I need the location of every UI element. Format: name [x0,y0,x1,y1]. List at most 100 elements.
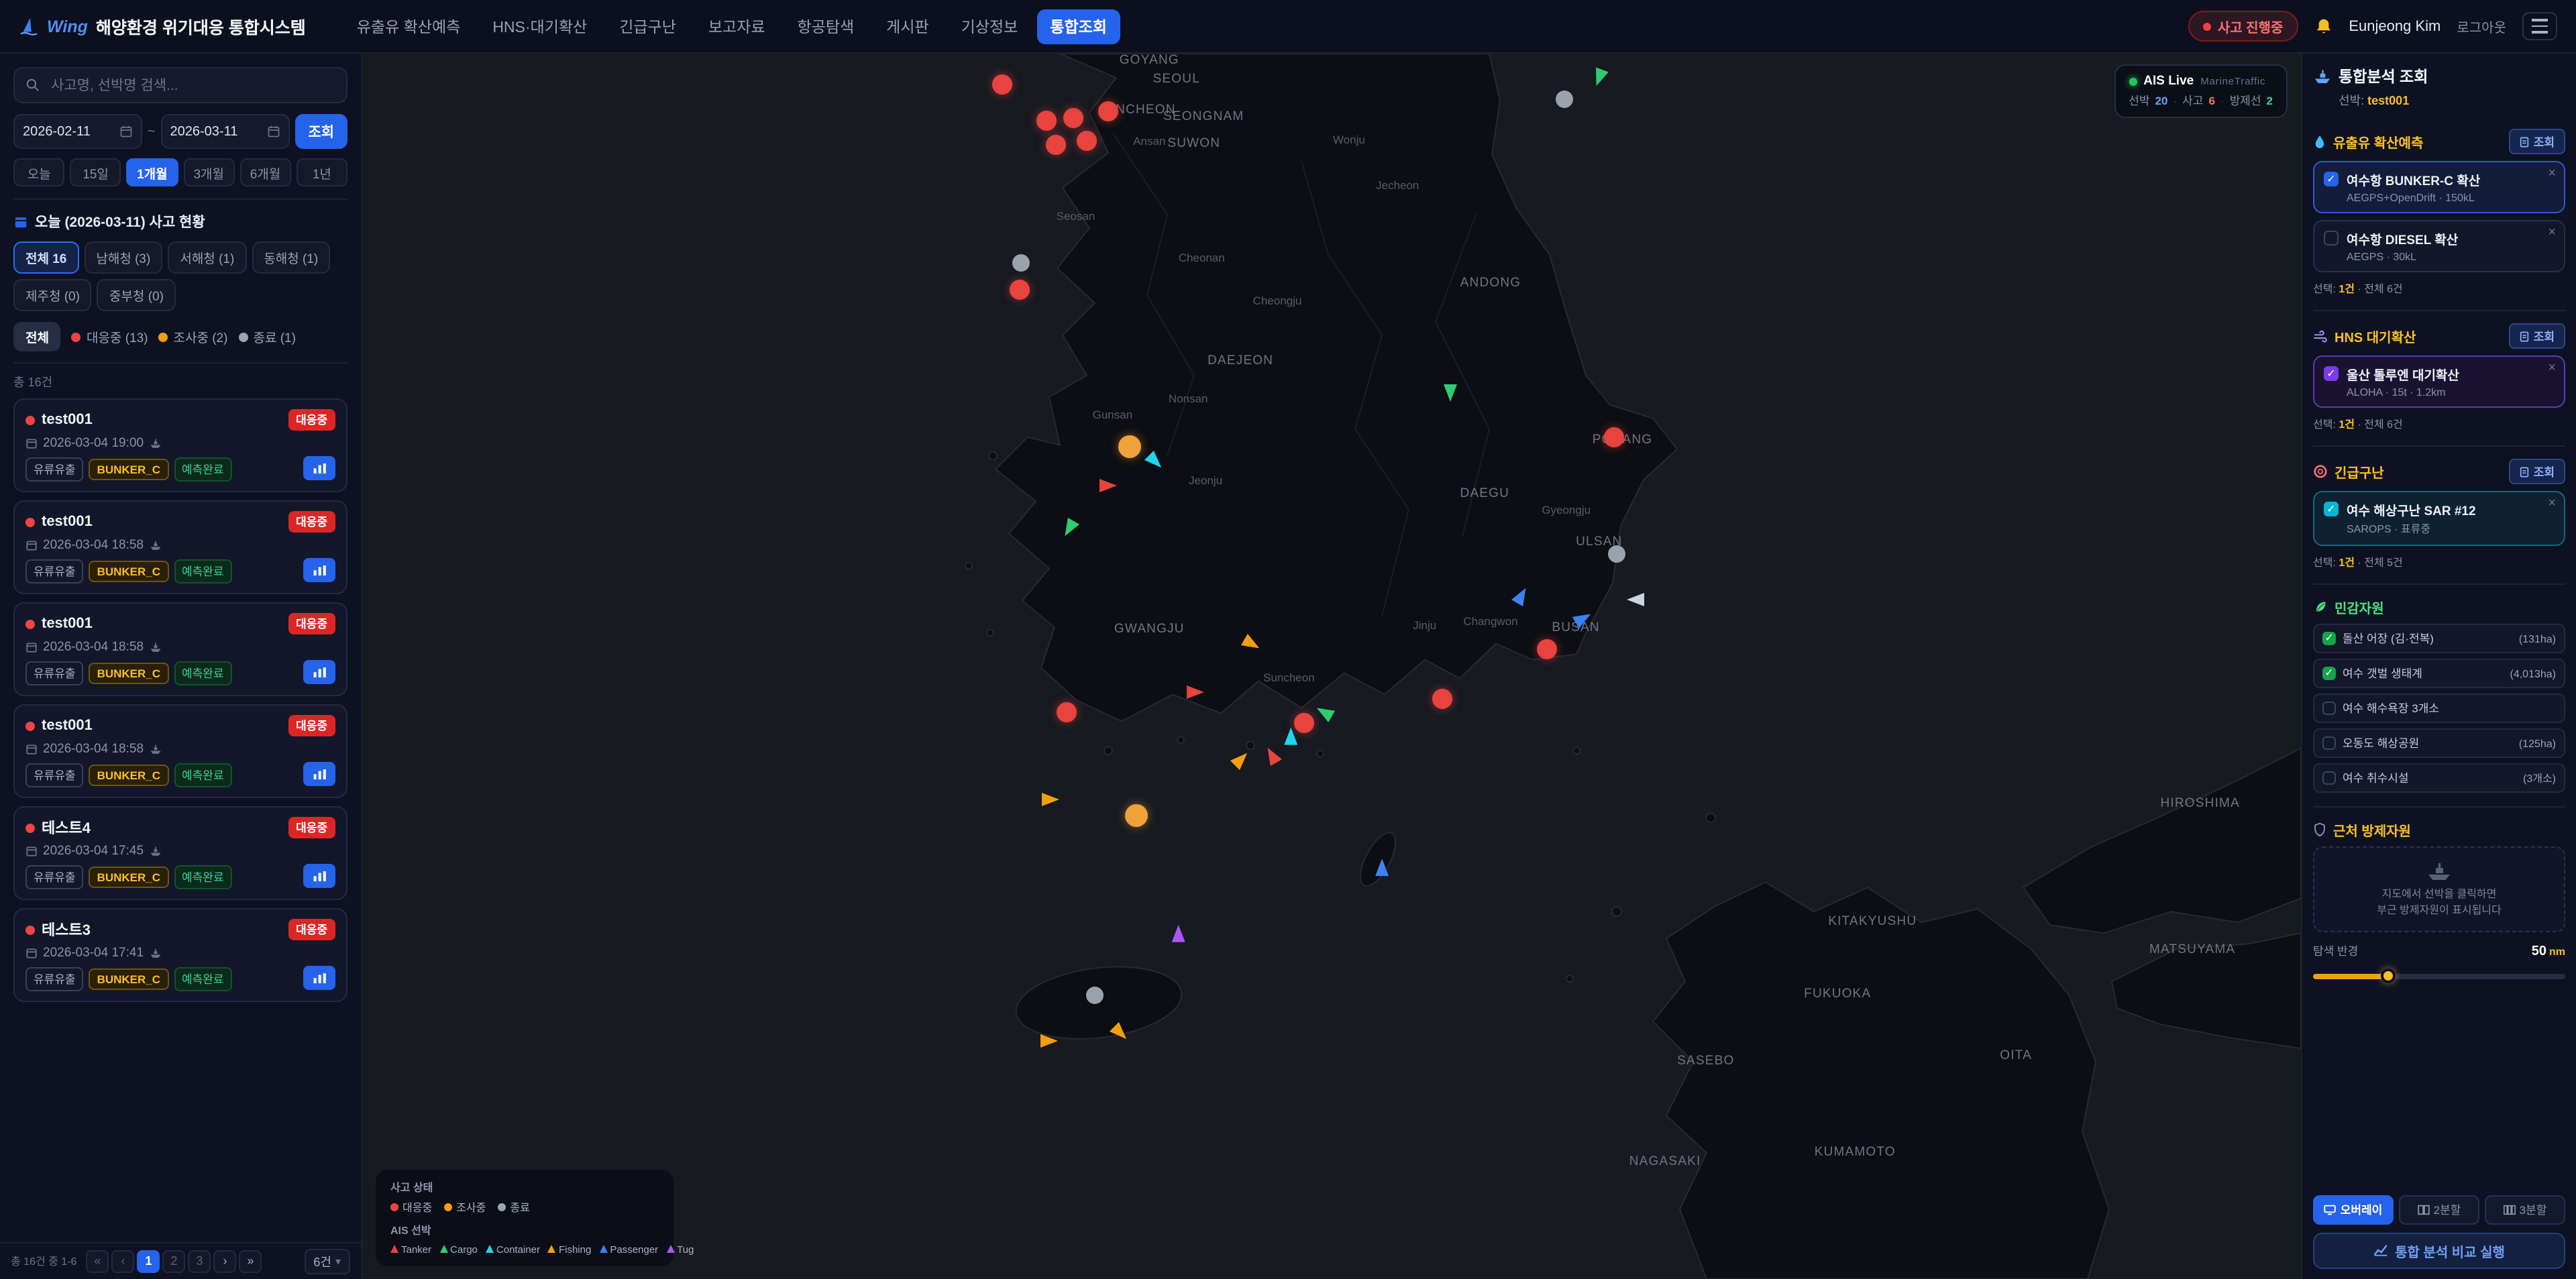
region-filter-jungbu[interactable]: 중부청 (0) [97,279,176,311]
view-split3-button[interactable]: 3분할 [2485,1194,2565,1224]
map-marker-ship-fishing[interactable] [1230,748,1252,771]
map-marker-ship-passenger[interactable] [1375,858,1389,876]
radius-slider[interactable] [2313,967,2565,983]
checkbox-unchecked-icon[interactable] [2322,771,2336,785]
page-3-button[interactable]: 3 [188,1249,211,1272]
bell-icon[interactable] [2314,17,2332,36]
map-marker-ship-fishing[interactable] [1040,1035,1057,1048]
close-icon[interactable]: × [2548,362,2556,376]
range-6m-button[interactable]: 6개월 [239,158,290,186]
map-marker-ship-other[interactable] [1627,594,1645,607]
search-input[interactable] [48,76,335,95]
range-today-button[interactable]: 오늘 [13,158,64,186]
nav-hns[interactable]: HNS·대기확산 [479,9,600,44]
map-marker-incident-red[interactable] [992,74,1012,95]
region-filter-all[interactable]: 전체 16 [13,241,78,274]
radius-slider-knob[interactable] [2381,968,2396,983]
incident-card[interactable]: 테스트3 대응중 2026-03-04 17:41 [13,908,347,1002]
map-canvas[interactable]: GOYANGSEOULINCHEONSEONGNAMAnsanSUWONWonj… [362,54,2301,1279]
incident-card[interactable]: 테스트4 대응중 2026-03-04 17:45 [13,806,347,900]
checkbox-checked-icon[interactable]: ✓ [2324,172,2339,186]
incident-card[interactable]: test001 대응중 2026-03-04 18:58 [13,500,347,594]
resource-row-marine-park[interactable]: 오동도 해상공원 (125ha) [2313,728,2565,758]
map-marker-incident-gray[interactable] [1608,545,1625,562]
incident-search-box[interactable] [13,67,347,103]
map-marker-ship-tug[interactable] [1172,925,1185,942]
resource-row-fishery[interactable]: ✓ 돌산 어장 (김·전복) (131ha) [2313,624,2565,653]
range-1m-button[interactable]: 1개월 [127,158,178,186]
page-2-button[interactable]: 2 [162,1249,185,1272]
page-size-select[interactable]: 6건 ▾ [304,1248,350,1274]
checkbox-checked-icon[interactable]: ✓ [2322,667,2336,680]
nav-reports[interactable]: 보고자료 [695,9,779,44]
map-marker-incident-red[interactable] [1605,427,1625,447]
range-3m-button[interactable]: 3개월 [183,158,234,186]
checkbox-unchecked-icon[interactable] [2324,231,2339,245]
region-filter-seohae[interactable]: 서해청 (1) [168,241,246,274]
map-marker-incident-red[interactable] [1432,689,1452,710]
map-marker-ship-fishing[interactable] [1241,634,1263,654]
map-marker-ship-tanker[interactable] [1100,478,1118,492]
checkbox-checked-icon[interactable]: ✓ [2324,502,2339,516]
nav-oil-spill[interactable]: 유출유 확산예측 [343,9,474,44]
next-page-button[interactable]: › [213,1249,236,1272]
checkbox-checked-icon[interactable]: ✓ [2324,366,2339,381]
checkbox-unchecked-icon[interactable] [2322,702,2336,715]
view-split2-button[interactable]: 2분할 [2399,1194,2479,1224]
status-filter-closed[interactable]: 종료 (1) [238,327,295,346]
run-analysis-button[interactable]: 통합 분석 비교 실행 [2313,1232,2565,1268]
map-marker-incident-red[interactable] [1056,703,1076,723]
map-marker-incident-red[interactable] [1010,280,1030,300]
resource-row-beach[interactable]: 여수 해수욕장 3개소 [2313,693,2565,723]
nav-integrated-view[interactable]: 통합조회 [1036,9,1120,44]
region-filter-jeju[interactable]: 제주청 (0) [13,279,92,311]
map-marker-ship-container[interactable] [1284,728,1297,745]
checkbox-checked-icon[interactable]: ✓ [2322,632,2336,645]
user-name[interactable]: Eunjeong Kim [2349,18,2440,34]
incident-analysis-button[interactable] [303,456,335,480]
incident-analysis-button[interactable] [303,558,335,582]
status-filter-all[interactable]: 전체 [13,322,61,351]
date-to-input[interactable]: 2026-03-11 [161,114,290,149]
region-filter-namhae[interactable]: 남해청 (3) [84,241,162,274]
nav-weather[interactable]: 기상정보 [948,9,1032,44]
map-marker-incident-red[interactable] [1064,107,1084,127]
incident-card[interactable]: test001 대응중 2026-03-04 19:00 [13,398,347,492]
hamburger-menu-icon[interactable] [2522,12,2557,40]
close-icon[interactable]: × [2548,498,2556,511]
incident-analysis-button[interactable] [303,864,335,888]
last-page-button[interactable]: » [239,1249,262,1272]
incident-analysis-button[interactable] [303,660,335,684]
range-15d-button[interactable]: 15일 [70,158,121,186]
map-marker-incident-red[interactable] [1295,713,1315,733]
view-overlay-button[interactable]: 오버레이 [2313,1194,2394,1224]
incident-card[interactable]: test001 대응중 2026-03-04 18:58 [13,704,347,798]
nav-aerial-search[interactable]: 항공탐색 [784,9,868,44]
prev-page-button[interactable]: ‹ [111,1249,134,1272]
map-marker-incident-red[interactable] [1036,111,1057,131]
nav-board[interactable]: 게시판 [873,9,943,44]
map-marker-ship-tanker[interactable] [1187,685,1205,699]
map-marker-ship-cargo[interactable] [1060,518,1080,541]
range-1y-button[interactable]: 1년 [297,158,347,186]
incident-analysis-button[interactable] [303,966,335,990]
map-marker-ship-fishing[interactable] [1042,793,1059,807]
map-marker-ship-fishing[interactable] [1110,1021,1132,1044]
map-marker-ship-passenger[interactable] [1511,584,1532,606]
close-icon[interactable]: × [2548,168,2556,181]
map-marker-incident-orange[interactable] [1124,804,1147,827]
map-marker-incident-red[interactable] [1537,639,1557,659]
resource-row-tidal-flat[interactable]: ✓ 여수 갯벌 생태계 (4,013ha) [2313,659,2565,688]
map-marker-incident-red[interactable] [1099,101,1119,121]
logout-button[interactable]: 로그아웃 [2457,16,2506,36]
checkbox-unchecked-icon[interactable] [2322,736,2336,750]
incident-in-progress-badge[interactable]: 사고 진행중 [2188,11,2298,42]
sar-model-card[interactable]: ✓ 여수 해상구난 SAR #12 SAROPS · 표류중 × [2313,491,2565,546]
map-marker-ship-passenger[interactable] [1572,608,1595,628]
map-marker-incident-gray[interactable] [1086,986,1104,1003]
map-marker-ship-cargo[interactable] [1443,384,1456,402]
incident-analysis-button[interactable] [303,762,335,786]
map-marker-incident-gray[interactable] [1013,254,1030,272]
map-marker-incident-red[interactable] [1046,134,1067,154]
resource-row-water-intake[interactable]: 여수 취수시설 (3개소) [2313,763,2565,793]
